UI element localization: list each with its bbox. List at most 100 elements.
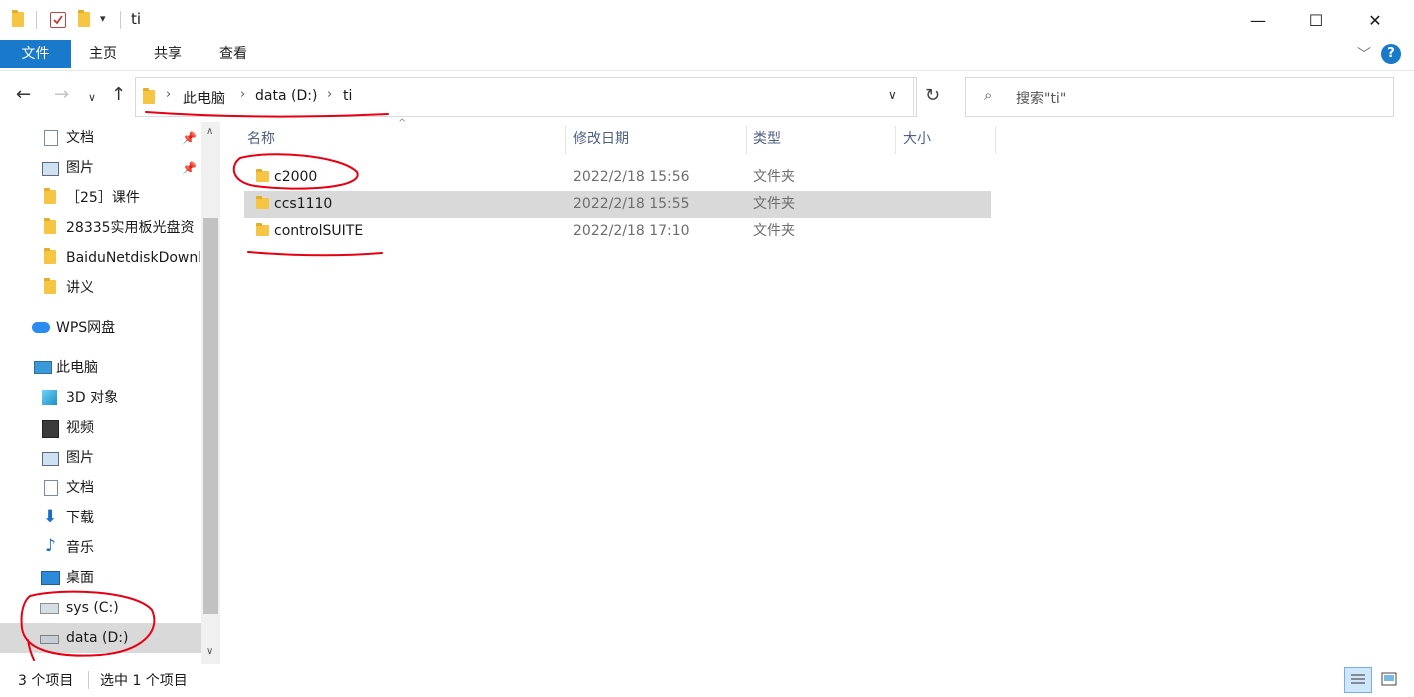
chevron-down-icon[interactable]: ﹀ xyxy=(1357,44,1371,64)
sidebar-item-drive-d[interactable]: data (D:) xyxy=(0,623,201,653)
sidebar-item-drive-c[interactable]: sys (C:) xyxy=(0,593,200,623)
sidebar-item-desktop[interactable]: 桌面 xyxy=(0,563,200,593)
column-header-name[interactable]: 名称 xyxy=(247,122,275,156)
sidebar-item-lecture-notes[interactable]: 讲义 xyxy=(0,273,200,303)
chevron-right-icon[interactable]: › xyxy=(240,87,245,102)
search-input[interactable]: ⌕ 搜索"ti" xyxy=(965,77,1394,117)
table-row[interactable]: c2000 2022/2/18 15:56 文件夹 xyxy=(244,164,991,191)
column-divider[interactable] xyxy=(746,126,747,154)
new-folder-icon[interactable] xyxy=(78,10,90,27)
computer-icon xyxy=(34,361,52,374)
sidebar-item-downloads[interactable]: ⬇ 下载 xyxy=(0,503,200,533)
customize-quick-access-icon[interactable]: ▾ xyxy=(100,12,106,25)
file-name: c2000 xyxy=(274,169,318,185)
folder-icon xyxy=(44,218,56,234)
sidebar-item-3d-objects[interactable]: 3D 对象 xyxy=(0,383,200,413)
pin-icon[interactable]: 📌 xyxy=(182,123,197,153)
table-row[interactable]: controlSUITE 2022/2/18 17:10 文件夹 xyxy=(244,218,991,245)
document-icon xyxy=(44,480,58,496)
maximize-button[interactable]: ☐ xyxy=(1287,0,1345,40)
chevron-right-icon[interactable]: › xyxy=(327,87,332,102)
download-icon: ⬇ xyxy=(43,507,58,527)
breadcrumb-item-ti[interactable]: ti xyxy=(343,88,352,104)
cloud-icon xyxy=(32,322,50,333)
divider xyxy=(88,671,89,689)
file-date: 2022/2/18 15:56 xyxy=(573,169,690,185)
picture-icon xyxy=(42,452,59,466)
folder-icon xyxy=(143,88,155,104)
address-history-icon[interactable]: ∨ xyxy=(888,88,897,102)
pin-icon[interactable]: 📌 xyxy=(182,153,197,183)
minimize-button[interactable]: — xyxy=(1229,0,1287,40)
refresh-icon[interactable]: ↻ xyxy=(925,85,940,106)
tab-file[interactable]: 文件 xyxy=(0,40,71,68)
folder-icon xyxy=(256,169,269,182)
search-icon: ⌕ xyxy=(984,86,993,104)
column-header-size[interactable]: 大小 xyxy=(903,122,931,156)
ribbon: 文件 主页 共享 查看 ﹀ ? xyxy=(0,40,1414,71)
file-date: 2022/2/18 15:55 xyxy=(573,196,690,212)
sidebar-item-videos[interactable]: 视频 xyxy=(0,413,200,443)
column-header-date[interactable]: 修改日期 xyxy=(573,122,629,156)
sidebar-scrollbar[interactable]: ∧ ∨ xyxy=(201,122,220,664)
chevron-right-icon[interactable]: › xyxy=(166,87,171,102)
scroll-down-icon[interactable]: ∨ xyxy=(206,646,213,657)
drive-icon xyxy=(40,635,59,644)
address-bar[interactable]: › 此电脑 › data (D:) › ti ∨ ↻ xyxy=(135,77,940,117)
status-bar: 3 个项目 选中 1 个项目 xyxy=(0,664,1414,697)
close-button[interactable]: ✕ xyxy=(1346,0,1404,40)
help-icon[interactable]: ? xyxy=(1381,44,1401,64)
folder-icon xyxy=(44,188,56,204)
column-divider[interactable] xyxy=(895,126,896,154)
folder-icon xyxy=(256,196,269,209)
sidebar-item-baidunetdisk[interactable]: BaiduNetdiskDownl xyxy=(0,243,200,273)
sidebar-item-pictures-2[interactable]: 图片 xyxy=(0,443,200,473)
file-name: ccs1110 xyxy=(274,196,333,212)
large-icons-view-icon[interactable] xyxy=(1376,667,1402,691)
column-divider[interactable] xyxy=(995,126,996,154)
folder-icon xyxy=(44,248,56,264)
sidebar-item-music[interactable]: ♪ 音乐 xyxy=(0,533,200,563)
tab-share[interactable]: 共享 xyxy=(145,40,191,68)
file-type: 文件夹 xyxy=(753,169,795,185)
navigation-pane: 文档 📌 图片 📌 ［25］课件 28335实用板光盘资 BaiduNetdis… xyxy=(0,122,220,664)
item-count: 3 个项目 xyxy=(18,673,74,689)
table-row[interactable]: ccs1110 2022/2/18 15:55 文件夹 xyxy=(244,191,991,218)
picture-icon xyxy=(42,162,59,176)
folder-icon xyxy=(12,10,24,27)
sidebar-item-documents[interactable]: 文档 📌 xyxy=(0,123,200,153)
navigation-bar: ← → ∨ ↑ › 此电脑 › data (D:) › ti ∨ ↻ ⌕ 搜索"… xyxy=(0,71,1414,122)
divider xyxy=(913,78,914,116)
forward-arrow-icon[interactable]: → xyxy=(54,85,69,105)
window-title: ti xyxy=(131,10,142,28)
sidebar-item-wps-cloud[interactable]: WPS网盘 xyxy=(0,313,200,343)
music-icon: ♪ xyxy=(45,536,56,556)
back-arrow-icon[interactable]: ← xyxy=(16,85,31,105)
sidebar-item-this-pc[interactable]: 此电脑 xyxy=(0,353,200,383)
folder-icon xyxy=(44,278,56,294)
title-bar: ▾ ti — ☐ ✕ xyxy=(0,0,1414,40)
file-name: controlSUITE xyxy=(274,223,364,239)
tab-view[interactable]: 查看 xyxy=(210,40,256,68)
scroll-up-icon[interactable]: ∧ xyxy=(206,126,213,137)
details-view-icon[interactable] xyxy=(1344,667,1372,693)
tab-home[interactable]: 主页 xyxy=(80,40,126,68)
column-header-type[interactable]: 类型 xyxy=(753,122,781,156)
sidebar-item-pictures[interactable]: 图片 📌 xyxy=(0,153,200,183)
column-divider[interactable] xyxy=(565,126,566,154)
file-type: 文件夹 xyxy=(753,196,795,212)
recent-locations-icon[interactable]: ∨ xyxy=(88,88,96,108)
breadcrumb-item-drive-d[interactable]: data (D:) xyxy=(255,88,317,104)
search-placeholder: 搜索"ti" xyxy=(1016,91,1067,107)
properties-icon[interactable] xyxy=(50,12,66,28)
up-arrow-icon[interactable]: ↑ xyxy=(111,85,126,105)
scrollbar-thumb[interactable] xyxy=(203,218,218,614)
sidebar-item-courseware[interactable]: ［25］课件 xyxy=(0,183,200,213)
divider xyxy=(36,11,37,29)
sort-ascending-icon: ^ xyxy=(398,118,407,129)
sidebar-item-28335[interactable]: 28335实用板光盘资 xyxy=(0,213,200,243)
divider xyxy=(120,11,121,29)
drive-icon xyxy=(40,603,59,614)
breadcrumb-item-this-pc[interactable]: 此电脑 xyxy=(183,88,225,108)
sidebar-item-documents-2[interactable]: 文档 xyxy=(0,473,200,503)
